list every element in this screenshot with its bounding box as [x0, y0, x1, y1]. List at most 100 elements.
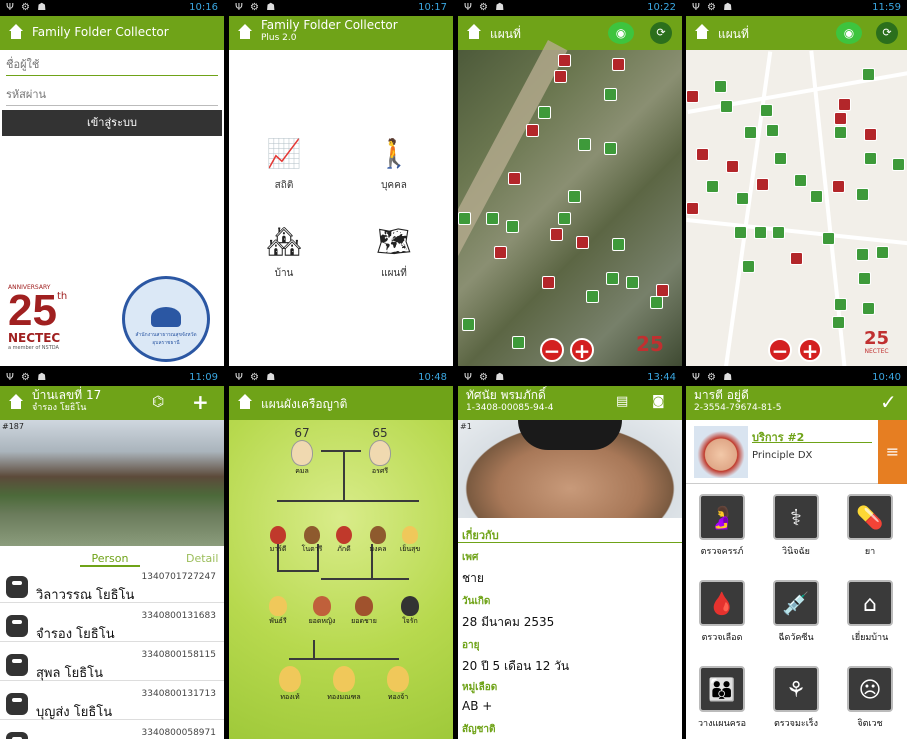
map-marker[interactable]: [790, 252, 803, 265]
map-marker[interactable]: [794, 174, 807, 187]
map-marker[interactable]: [458, 212, 471, 225]
service-cancer-screening[interactable]: ⚘ ตรวจมะเร็ง: [766, 666, 826, 730]
service-diagnosis[interactable]: ⚕ วินิจฉัย: [766, 494, 826, 558]
service-vaccine[interactable]: 💉 ฉีดวัคซีน: [766, 580, 826, 644]
map-marker[interactable]: [760, 104, 773, 117]
service-pregnancy-check[interactable]: 🤰 ตรวจครรภ์: [692, 494, 752, 558]
map-marker[interactable]: [766, 124, 779, 137]
tree-person-gen3[interactable]: ยอดหญิง: [305, 596, 339, 627]
map-marker[interactable]: [576, 236, 589, 249]
map-marker[interactable]: [856, 188, 869, 201]
map-marker[interactable]: [558, 212, 571, 225]
map-marker[interactable]: [494, 246, 507, 259]
tree-person-gen2[interactable]: โนตารี: [295, 526, 329, 555]
tree-person-gen4[interactable]: ทองมณฑล: [327, 666, 361, 703]
map-marker[interactable]: [578, 138, 591, 151]
tab-detail[interactable]: Detail: [186, 552, 218, 565]
map-marker[interactable]: [606, 272, 619, 285]
map-marker[interactable]: [864, 128, 877, 141]
map-marker[interactable]: [706, 180, 719, 193]
menu-house[interactable]: 🏘 บ้าน: [239, 222, 329, 281]
zoom-out-button[interactable]: −: [768, 338, 792, 362]
map-marker[interactable]: [734, 226, 747, 239]
map-marker[interactable]: [526, 124, 539, 137]
map-marker[interactable]: [832, 316, 845, 329]
map-marker[interactable]: [720, 100, 733, 113]
tree-person-gen4[interactable]: ทองจ้า: [381, 666, 415, 703]
map-marker[interactable]: [550, 228, 563, 241]
map-marker[interactable]: [774, 152, 787, 165]
service-blood-test[interactable]: 🩸 ตรวจเลือด: [692, 580, 752, 644]
map-marker[interactable]: [714, 80, 727, 93]
map-marker[interactable]: [542, 276, 555, 289]
tree-person-gen3[interactable]: พันธ์รี: [261, 596, 295, 627]
list-item[interactable]: 3340800058971: [0, 726, 224, 739]
tree-person-gen2[interactable]: ภักดี: [327, 526, 361, 555]
tree-person-grandma[interactable]: 65 อรศรี: [363, 426, 397, 477]
add-icon[interactable]: +: [192, 390, 209, 414]
zoom-in-button[interactable]: +: [798, 338, 822, 362]
map-marker[interactable]: [744, 126, 757, 139]
menu-person[interactable]: 🚶 บุคคล: [349, 134, 439, 193]
login-button[interactable]: เข้าสู่ระบบ: [2, 110, 222, 136]
map-marker[interactable]: [726, 160, 739, 173]
map-marker[interactable]: [892, 158, 905, 171]
password-field[interactable]: [6, 84, 218, 106]
map-marker[interactable]: [626, 276, 639, 289]
map-marker[interactable]: [696, 148, 709, 161]
menu-stats[interactable]: 📈 สถิติ: [239, 134, 329, 193]
map-marker[interactable]: [810, 190, 823, 203]
map-marker[interactable]: [506, 220, 519, 233]
list-item[interactable]: 3340800131713 บุญส่ง โยธิโน: [0, 687, 224, 720]
map-marker[interactable]: [834, 126, 847, 139]
tree-person-grandpa[interactable]: 67 คมล: [285, 426, 319, 477]
map-marker[interactable]: [686, 202, 699, 215]
map-marker[interactable]: [512, 336, 525, 349]
map-marker[interactable]: [554, 70, 567, 83]
map-marker[interactable]: [604, 142, 617, 155]
map-marker[interactable]: [834, 298, 847, 311]
tree-person-gen4[interactable]: ทองเท้: [273, 666, 307, 703]
map-marker[interactable]: [686, 90, 699, 103]
sync-icon[interactable]: ⟳: [876, 22, 898, 44]
family-tree-icon[interactable]: ⌬: [152, 394, 164, 410]
check-icon[interactable]: ✓: [880, 390, 897, 414]
tree-person-gen3[interactable]: ยอดชาย: [347, 596, 381, 627]
username-field[interactable]: [6, 54, 218, 76]
map-marker[interactable]: [508, 172, 521, 185]
list-item[interactable]: 3340800158115 สุพล โยธิโน: [0, 648, 224, 681]
map-marker[interactable]: [858, 272, 871, 285]
map-marker[interactable]: [538, 106, 551, 119]
map-marker[interactable]: [856, 248, 869, 261]
map-marker[interactable]: [612, 58, 625, 71]
sync-icon[interactable]: ⟳: [650, 22, 672, 44]
gps-signal-icon[interactable]: ◉: [608, 22, 634, 44]
map-marker[interactable]: [612, 238, 625, 251]
map-marker[interactable]: [568, 190, 581, 203]
camera-icon[interactable]: ◙: [652, 394, 665, 409]
map-marker[interactable]: [838, 98, 851, 111]
map-marker[interactable]: [486, 212, 499, 225]
list-item[interactable]: 3340800131683 จำรอง โยธิโน: [0, 609, 224, 642]
map-marker[interactable]: [822, 232, 835, 245]
gps-signal-icon[interactable]: ◉: [836, 22, 862, 44]
service-medicine[interactable]: 💊 ยา: [840, 494, 900, 558]
service-home-visit[interactable]: ⌂ เยี่ยมบ้าน: [840, 580, 900, 644]
street-map[interactable]: − + 25 NECTEC: [686, 50, 907, 366]
map-marker[interactable]: [832, 180, 845, 193]
menu-icon[interactable]: ≡: [878, 420, 907, 484]
menu-map[interactable]: 🗺 แผนที่: [349, 222, 439, 281]
tab-person[interactable]: Person: [80, 552, 140, 567]
map-marker[interactable]: [650, 296, 663, 309]
map-marker[interactable]: [736, 192, 749, 205]
zoom-out-button[interactable]: −: [540, 338, 564, 362]
map-marker[interactable]: [586, 290, 599, 303]
tree-person-gen2[interactable]: มงคล: [361, 526, 395, 555]
map-marker[interactable]: [558, 54, 571, 67]
map-marker[interactable]: [862, 68, 875, 81]
tree-person-gen2[interactable]: เย็นสุข: [393, 526, 427, 555]
list-item[interactable]: 1340701727247 วิลาวรรณ โยธิโน: [0, 570, 224, 603]
clipboard-icon[interactable]: ▤: [616, 394, 628, 409]
satellite-map[interactable]: − + 25: [458, 40, 682, 366]
map-marker[interactable]: [862, 302, 875, 315]
